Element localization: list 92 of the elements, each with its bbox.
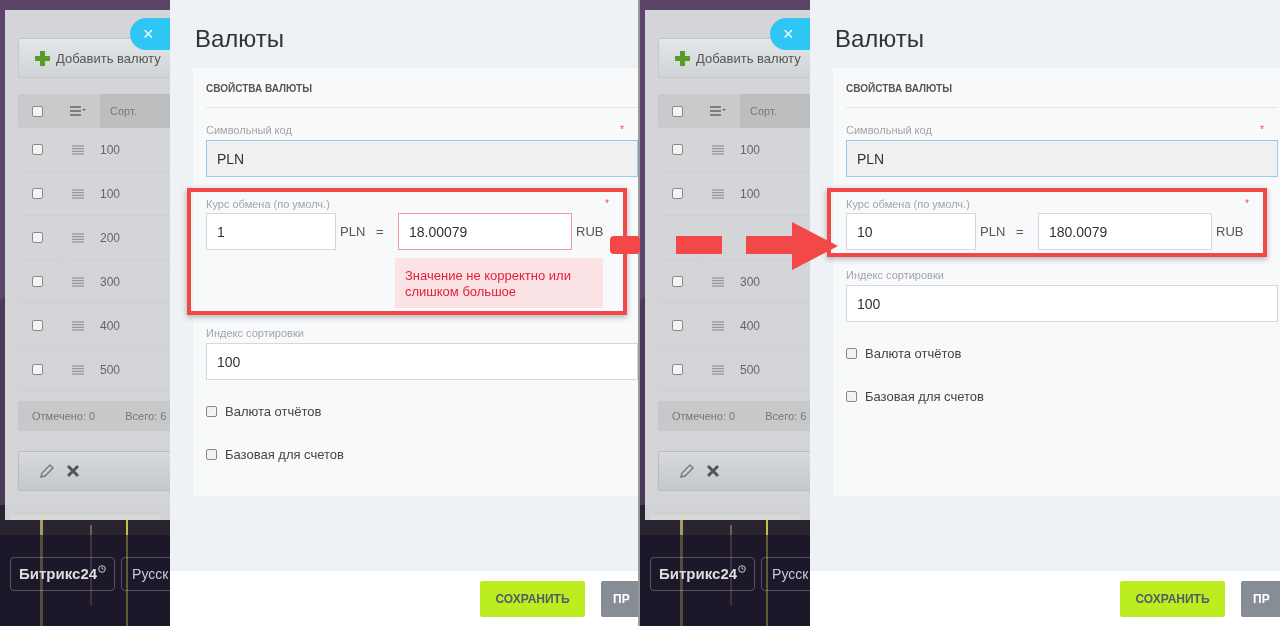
section-title: СВОЙСТВА ВАЛЮТЫ — [206, 80, 638, 108]
field-label: Символьный код — [206, 124, 292, 136]
checkbox[interactable] — [206, 449, 217, 460]
checkbox[interactable] — [206, 406, 217, 417]
section-title: СВОЙСТВА ВАЛЮТЫ — [846, 80, 1278, 108]
clock-icon — [738, 565, 747, 573]
field-label: Курс обмена (по умолч.) — [846, 198, 970, 210]
table-cell: 500 — [100, 362, 121, 377]
checkbox[interactable] — [846, 348, 857, 359]
input-field[interactable]: PLN — [846, 140, 1278, 177]
slider-title: Валюты — [195, 25, 286, 53]
menu-icon[interactable] — [72, 144, 84, 155]
checkbox[interactable] — [671, 105, 683, 117]
input-field[interactable]: 100 — [846, 285, 1278, 322]
add-currency-button[interactable]: Добавить валюту — [658, 38, 810, 78]
clock-icon — [98, 565, 107, 573]
checkbox-label: Валюта отчётов — [225, 404, 322, 419]
row-checkbox[interactable] — [31, 232, 43, 243]
menu-icon[interactable] — [72, 364, 84, 375]
total-count: Всего: 6 — [765, 410, 807, 422]
table-cell: 100 — [100, 186, 121, 201]
menu-icon[interactable] — [710, 106, 726, 116]
total-count: Всего: 6 — [125, 410, 167, 422]
checkbox[interactable] — [31, 105, 43, 117]
equals-sign: = — [1016, 224, 1025, 239]
row-checkbox[interactable] — [31, 276, 43, 287]
table-cell: 500 — [740, 362, 761, 377]
checkbox[interactable] — [846, 391, 857, 402]
checkbox-label: Валюта отчётов — [865, 346, 962, 361]
table-cell: 100 — [100, 142, 121, 157]
menu-icon[interactable] — [72, 232, 84, 243]
plus-icon — [675, 50, 690, 66]
row-checkbox[interactable] — [31, 364, 43, 375]
error-message: Значение не корректно или слишком большое — [395, 258, 603, 308]
currency-label: RUB — [576, 224, 605, 239]
table-cell: 100 — [740, 186, 761, 201]
required-mark: * — [620, 124, 624, 136]
save-button[interactable]: СОХРАНИТЬ — [1120, 580, 1225, 617]
row-checkbox[interactable] — [31, 144, 43, 155]
equals-sign: = — [376, 224, 385, 239]
input-field[interactable]: PLN — [206, 140, 638, 177]
table-cell: 200 — [100, 230, 121, 245]
table-cell: 400 — [100, 318, 121, 333]
required-mark: * — [1245, 198, 1249, 210]
pencil-icon[interactable] — [39, 463, 55, 479]
menu-icon[interactable] — [712, 320, 724, 331]
row-checkbox[interactable] — [671, 144, 683, 155]
row-checkbox[interactable] — [671, 364, 683, 375]
delete-icon[interactable] — [705, 463, 721, 479]
add-currency-button[interactable]: Добавить валюту — [18, 38, 170, 78]
menu-icon[interactable] — [712, 276, 724, 287]
row-checkbox[interactable] — [31, 188, 43, 199]
menu-icon[interactable] — [70, 106, 86, 116]
table-cell: 300 — [100, 274, 121, 289]
pencil-icon[interactable] — [679, 463, 695, 479]
logo[interactable]: Битрикс24 — [10, 557, 116, 591]
currency-label: RUB — [1216, 224, 1245, 239]
input-field[interactable]: 100 — [206, 343, 638, 380]
marked-count: Отмечено: 0 — [32, 410, 96, 422]
menu-icon[interactable] — [72, 276, 84, 287]
menu-icon[interactable] — [712, 144, 724, 155]
field-label: Индекс сортировки — [206, 327, 304, 339]
input-field[interactable]: 18.00079 — [398, 213, 572, 250]
currency-label: PLN — [340, 224, 367, 239]
field-label: Курс обмена (по умолч.) — [206, 198, 330, 210]
table-cell: 300 — [740, 274, 761, 289]
field-label: Индекс сортировки — [846, 269, 944, 281]
plus-icon — [35, 50, 50, 66]
table-cell: 100 — [740, 142, 761, 157]
input-field[interactable]: 1 — [206, 213, 336, 250]
row-checkbox[interactable] — [31, 320, 43, 331]
required-mark: * — [605, 198, 609, 210]
required-mark: * — [1260, 124, 1264, 136]
menu-icon[interactable] — [72, 320, 84, 331]
table-cell: 400 — [740, 318, 761, 333]
save-button[interactable]: СОХРАНИТЬ — [480, 580, 585, 617]
delete-icon[interactable] — [65, 463, 81, 479]
checkbox-label: Базовая для счетов — [225, 447, 344, 462]
logo[interactable]: Битрикс24 — [650, 557, 756, 591]
slider-title: Валюты — [835, 25, 926, 53]
menu-icon[interactable] — [712, 188, 724, 199]
currency-label: PLN — [980, 224, 1007, 239]
checkbox-label: Базовая для счетов — [865, 389, 984, 404]
marked-count: Отмечено: 0 — [672, 410, 736, 422]
field-label: Символьный код — [846, 124, 932, 136]
row-checkbox[interactable] — [671, 320, 683, 331]
menu-icon[interactable] — [72, 188, 84, 199]
input-field[interactable]: 180.0079 — [1038, 213, 1212, 250]
input-field[interactable]: 10 — [846, 213, 976, 250]
menu-icon[interactable] — [712, 364, 724, 375]
row-checkbox[interactable] — [671, 188, 683, 199]
row-checkbox[interactable] — [671, 276, 683, 287]
